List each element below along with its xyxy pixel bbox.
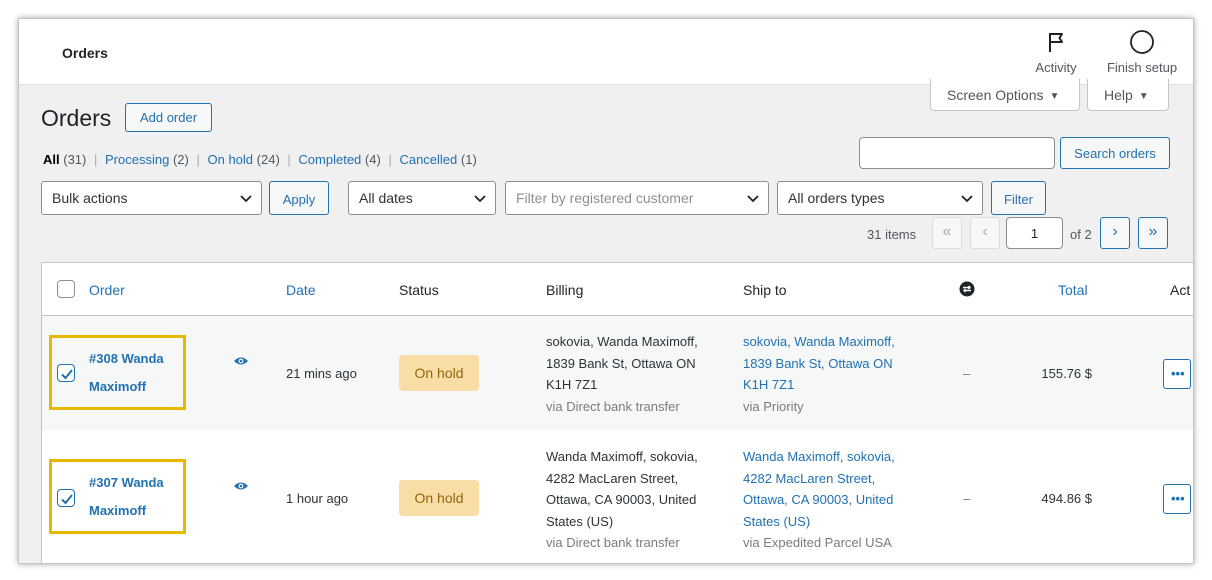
column-total[interactable]: Total xyxy=(1058,282,1088,298)
more-actions-button[interactable]: ••• xyxy=(1163,359,1191,389)
shipping-method: via Expedited Parcel USA xyxy=(743,535,892,550)
row-checkbox[interactable] xyxy=(57,489,75,507)
column-billing: Billing xyxy=(546,282,584,298)
ellipsis-icon: ••• xyxy=(1171,491,1185,506)
view-processing[interactable]: Processing (2) xyxy=(105,152,189,167)
finish-setup-button[interactable]: Finish setup xyxy=(1103,29,1181,75)
eye-icon[interactable] xyxy=(233,355,249,367)
view-all-count: (31) xyxy=(63,152,87,167)
checkmark-icon xyxy=(61,494,73,505)
shipping-address-link[interactable]: sokovia, Wanda Maximoff, 1839 Bank St, O… xyxy=(743,331,928,396)
column-status: Status xyxy=(399,282,439,298)
date-filter-value: All dates xyxy=(359,190,413,206)
column-ship-to: Ship to xyxy=(743,282,787,298)
order-link[interactable]: #308 Wanda Maximoff xyxy=(89,345,189,401)
order-total: 494.86 $ xyxy=(1041,491,1092,506)
caret-down-icon: ▼ xyxy=(1049,91,1060,102)
separator: | xyxy=(287,152,291,167)
header-bar: Orders Activity Finish setup xyxy=(19,19,1193,85)
column-actions: Act xyxy=(1170,282,1191,298)
status-badge: On hold xyxy=(399,480,479,516)
items-count: 31 items xyxy=(867,227,917,242)
table-row[interactable]: #308 Wanda Maximoff 21 mins ago On hold … xyxy=(42,316,1193,430)
search-orders-input[interactable] xyxy=(859,137,1055,169)
row-checkbox[interactable] xyxy=(57,364,75,382)
shipping-address-link[interactable]: Wanda Maximoff, sokovia, 4282 MacLaren S… xyxy=(743,446,928,532)
order-type-select[interactable]: All orders types xyxy=(777,181,983,215)
separator: | xyxy=(94,152,98,167)
help-label: Help xyxy=(1104,87,1133,103)
chevron-down-icon xyxy=(474,195,486,203)
total-pages: of 2 xyxy=(1070,227,1092,242)
next-page-button[interactable]: › xyxy=(1100,217,1130,249)
view-on-hold[interactable]: On hold (24) xyxy=(207,152,279,167)
billing-address: Wanda Maximoff, sokovia, 4282 MacLaren S… xyxy=(546,446,731,554)
screen-options-label: Screen Options xyxy=(947,87,1044,103)
shipping-address: Wanda Maximoff, sokovia, 4282 MacLaren S… xyxy=(743,446,928,554)
table-header: Order Date Status Billing Ship to Total … xyxy=(42,263,1193,316)
separator: | xyxy=(388,152,392,167)
billing-address: sokovia, Wanda Maximoff, 1839 Bank St, O… xyxy=(546,331,731,417)
order-date: 1 hour ago xyxy=(286,491,349,506)
screen-options-tab[interactable]: Screen Options ▼ xyxy=(930,79,1080,111)
origin-value: – xyxy=(963,366,971,381)
origin-value: – xyxy=(963,491,971,506)
caret-down-icon: ▼ xyxy=(1138,91,1149,102)
order-link[interactable]: #307 Wanda Maximoff xyxy=(89,469,189,525)
finish-setup-label: Finish setup xyxy=(1106,60,1178,75)
order-status-views: All (31) | Processing (2) | On hold (24)… xyxy=(43,152,477,167)
bulk-actions-select[interactable]: Bulk actions xyxy=(41,181,262,215)
shipping-method: via Priority xyxy=(743,398,804,414)
apply-button[interactable]: Apply xyxy=(269,181,329,215)
separator: | xyxy=(196,152,200,167)
status-badge: On hold xyxy=(399,355,479,391)
order-total: 155.76 $ xyxy=(1041,366,1092,381)
circle-progress-icon xyxy=(1130,30,1154,54)
activity-button[interactable]: Activity xyxy=(1031,29,1081,75)
column-order[interactable]: Order xyxy=(89,282,125,298)
help-tab[interactable]: Help ▼ xyxy=(1087,79,1169,111)
add-order-button[interactable]: Add order xyxy=(125,103,212,132)
view-completed[interactable]: Completed (4) xyxy=(298,152,380,167)
checkmark-icon xyxy=(61,369,73,380)
select-all-checkbox[interactable] xyxy=(57,280,75,298)
customer-filter-placeholder: Filter by registered customer xyxy=(516,190,694,206)
date-filter-select[interactable]: All dates xyxy=(348,181,496,215)
chevron-down-icon xyxy=(240,195,252,203)
eye-icon[interactable] xyxy=(233,480,249,492)
ellipsis-icon: ••• xyxy=(1171,366,1185,381)
first-page-button: « xyxy=(932,217,962,249)
shipping-address: sokovia, Wanda Maximoff, 1839 Bank St, O… xyxy=(743,331,928,417)
activity-label: Activity xyxy=(1035,60,1077,75)
prev-page-button: ‹ xyxy=(970,217,1000,249)
header-title: Orders xyxy=(62,45,108,61)
filter-button[interactable]: Filter xyxy=(991,181,1046,215)
orders-table: Order Date Status Billing Ship to Total … xyxy=(41,262,1193,563)
more-actions-button[interactable]: ••• xyxy=(1163,484,1191,514)
view-cancelled[interactable]: Cancelled (1) xyxy=(399,152,476,167)
last-page-button[interactable]: » xyxy=(1138,217,1168,249)
chevron-down-icon xyxy=(747,195,759,203)
chevron-down-icon xyxy=(961,195,973,203)
order-type-value: All orders types xyxy=(788,190,885,206)
payment-method: via Direct bank transfer xyxy=(546,398,680,414)
view-all[interactable]: All xyxy=(43,152,60,167)
payment-method: via Direct bank transfer xyxy=(546,535,680,550)
table-row[interactable]: #307 Wanda Maximoff 1 hour ago On hold W… xyxy=(42,430,1193,563)
column-date[interactable]: Date xyxy=(286,282,316,298)
orders-screen: Orders Activity Finish setup Screen Opti… xyxy=(18,18,1194,564)
current-page-input[interactable]: 1 xyxy=(1006,217,1063,249)
flag-icon xyxy=(1049,33,1063,52)
search-orders-button[interactable]: Search orders xyxy=(1060,137,1170,169)
order-date: 21 mins ago xyxy=(286,366,357,381)
bulk-actions-value: Bulk actions xyxy=(52,190,128,206)
customer-filter-select[interactable]: Filter by registered customer xyxy=(505,181,769,215)
sync-icon xyxy=(959,281,975,297)
page-title: Orders xyxy=(41,105,112,131)
